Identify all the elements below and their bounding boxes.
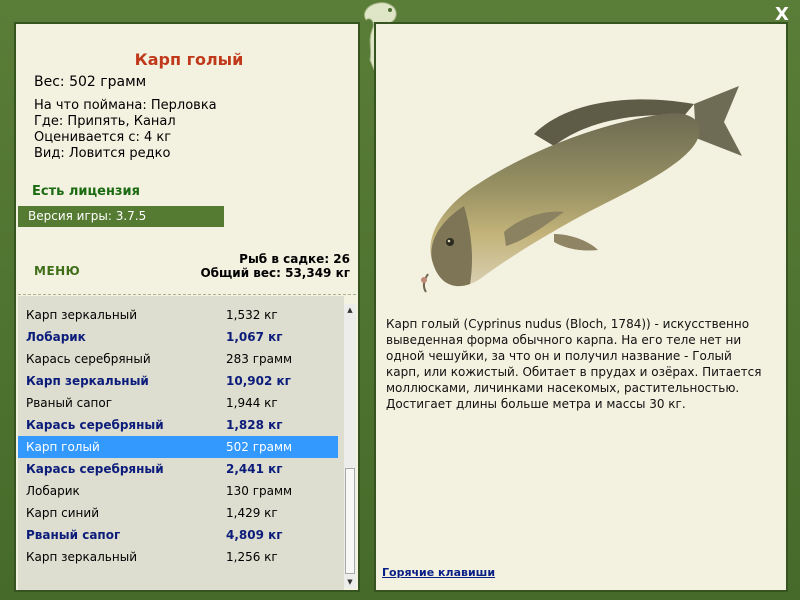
fish-count: Рыб в садке: 26 <box>239 252 350 266</box>
catch-item-weight: 1,429 кг <box>226 506 278 520</box>
catch-item-weight: 283 грамм <box>226 352 293 366</box>
catch-list-item[interactable]: Карась серебряный 1,828 кг <box>18 414 338 436</box>
catch-stats: Рыб в садке: 26 Общий вес: 53,349 кг <box>200 252 350 280</box>
catch-item-name: Лобарик <box>26 484 80 498</box>
fish-bait: На что поймана: Перловка <box>34 98 217 113</box>
catch-item-weight: 1,067 кг <box>226 330 283 344</box>
fish-value: Оценивается с: 4 кг <box>34 130 172 145</box>
menu-button[interactable]: МЕНЮ <box>34 264 80 278</box>
catch-item-name: Рваный сапог <box>26 396 113 410</box>
fish-title: Карп голый <box>134 50 244 69</box>
fish-image <box>421 86 742 293</box>
fish-weight: Вес: 502 грамм <box>34 74 147 90</box>
catch-item-name: Карп зеркальный <box>26 308 137 322</box>
catch-item-weight: 1,256 кг <box>226 550 278 564</box>
hotkeys-link[interactable]: Горячие клавиши <box>382 566 495 579</box>
catch-list-item[interactable]: Карп голый 502 грамм <box>18 436 338 458</box>
catch-item-name: Карась серебряный <box>26 462 164 476</box>
catch-list[interactable]: Карп зеркальный 1,532 кг Лобарик 1,067 кг Ка… <box>18 296 344 590</box>
fish-info-panel: Карп голый Вес: 502 грамм На что поймана… <box>14 22 360 592</box>
fish-location: Где: Припять, Канал <box>34 114 176 129</box>
game-version: Версия игры: 3.7.5 <box>18 206 224 227</box>
catch-list-item[interactable]: Карась серебряный 283 грамм <box>18 348 338 370</box>
catch-list-item[interactable]: Рваный сапог 1,944 кг <box>18 392 338 414</box>
arrow-up-icon[interactable]: ▲ <box>344 304 356 316</box>
catch-item-name: Лобарик <box>26 330 86 344</box>
license-status: Есть лицензия <box>32 184 140 199</box>
fish-description: Карп голый (Cyprinus nudus (Bloch, 1784)… <box>386 317 762 411</box>
fish-rarity: Вид: Ловится редко <box>34 146 171 161</box>
catch-item-weight: 4,809 кг <box>226 528 283 542</box>
divider <box>18 294 356 295</box>
catch-item-name: Карп голый <box>26 440 100 454</box>
catch-item-weight: 502 грамм <box>226 440 293 454</box>
total-weight: Общий вес: 53,349 кг <box>200 266 350 280</box>
catch-list-item[interactable]: Карп зеркальный 10,902 кг <box>18 370 338 392</box>
catch-item-weight: 1,532 кг <box>226 308 278 322</box>
catch-list-item[interactable]: Карась серебряный 2,441 кг <box>18 458 338 480</box>
catch-item-name: Карась серебряный <box>26 352 151 366</box>
catch-list-item[interactable]: Рваный сапог 4,809 кг <box>18 524 338 546</box>
catch-item-name: Карась серебряный <box>26 418 164 432</box>
arrow-down-icon[interactable]: ▼ <box>344 576 356 588</box>
catch-item-weight: 1,944 кг <box>226 396 278 410</box>
scrollbar-thumb[interactable] <box>345 468 355 574</box>
catch-item-name: Рваный сапог <box>26 528 121 542</box>
catch-list-scrollbar[interactable]: ▲ ▼ <box>344 304 356 588</box>
catch-item-weight: 1,828 кг <box>226 418 283 432</box>
catch-item-name: Карп зеркальный <box>26 550 137 564</box>
catch-list-item[interactable]: Лобарик 1,067 кг <box>18 326 338 348</box>
catch-item-name: Карп синий <box>26 506 99 520</box>
catch-list-item[interactable]: Лобарик 130 грамм <box>18 480 338 502</box>
catch-list-item[interactable]: Карп синий 1,429 кг <box>18 502 338 524</box>
catch-list-item[interactable]: Карп зеркальный 1,256 кг <box>18 546 338 568</box>
fish-detail-panel: Карп голый (Cyprinus nudus (Bloch, 1784)… <box>374 22 788 592</box>
catch-item-name: Карп зеркальный <box>26 374 149 388</box>
catch-item-weight: 130 грамм <box>226 484 293 498</box>
catch-item-weight: 10,902 кг <box>226 374 291 388</box>
catch-list-item[interactable]: Карп зеркальный 1,532 кг <box>18 304 338 326</box>
catch-item-weight: 2,441 кг <box>226 462 283 476</box>
